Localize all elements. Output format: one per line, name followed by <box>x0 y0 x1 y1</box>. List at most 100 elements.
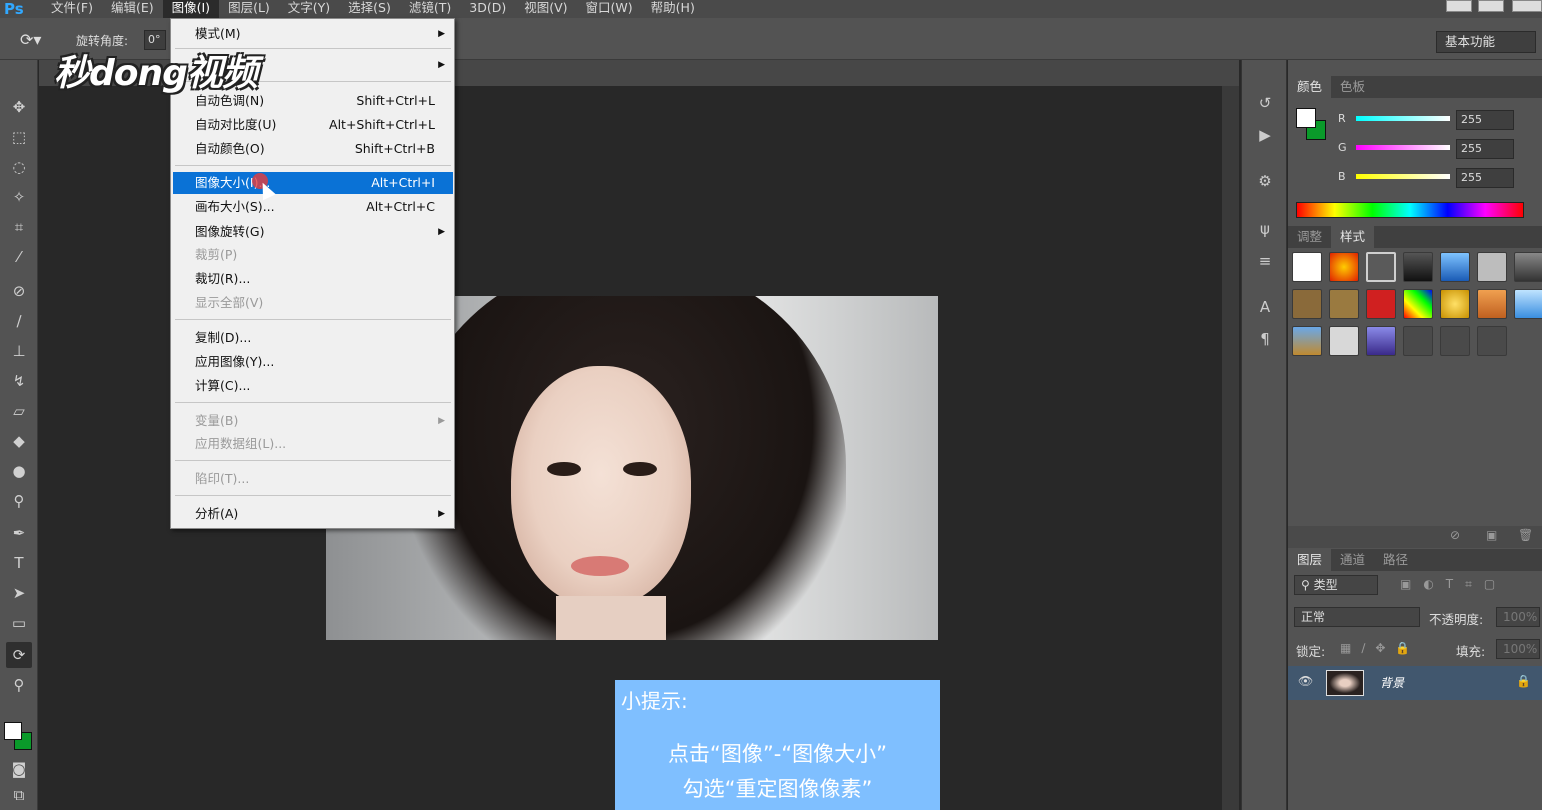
pen-tool-icon[interactable]: ✒ <box>6 520 32 546</box>
menu-edit[interactable]: 编辑(E) <box>102 0 163 18</box>
screen-mode-icon[interactable]: ⧉ <box>6 782 32 808</box>
brush-panel-icon[interactable]: ψ <box>1252 216 1278 242</box>
blue-value-input[interactable]: 255 <box>1456 168 1514 188</box>
style-swatch[interactable] <box>1329 326 1359 356</box>
type-tool-icon[interactable]: T <box>6 550 32 576</box>
tab-swatches[interactable]: 色板 <box>1331 76 1374 98</box>
visibility-eye-icon[interactable]: 👁 <box>1298 674 1313 688</box>
menu-file[interactable]: 文件(F) <box>42 0 102 18</box>
style-swatch[interactable] <box>1292 289 1322 319</box>
menu-item-auto-color[interactable]: 自动颜色(O) Shift+Ctrl+B <box>173 138 453 160</box>
red-value-input[interactable]: 255 <box>1456 110 1514 130</box>
style-swatch-none[interactable] <box>1292 252 1322 282</box>
workspace-switcher[interactable]: 基本功能 <box>1436 31 1536 53</box>
brush-tool-icon[interactable]: ∕ <box>6 308 32 334</box>
menu-type[interactable]: 文字(Y) <box>279 0 339 18</box>
style-swatch[interactable] <box>1329 252 1359 282</box>
tab-adjustments[interactable]: 调整 <box>1288 226 1331 248</box>
menu-item-duplicate[interactable]: 复制(D)... <box>173 327 453 349</box>
menu-item-auto-contrast[interactable]: 自动对比度(U) Alt+Shift+Ctrl+L <box>173 114 453 136</box>
red-slider[interactable] <box>1356 116 1450 121</box>
move-tool-icon[interactable]: ✥ <box>6 94 32 120</box>
foreground-color-swatch[interactable] <box>4 722 22 740</box>
menu-item-trim[interactable]: 裁切(R)... <box>173 268 453 290</box>
style-swatch[interactable] <box>1403 252 1433 282</box>
quick-mask-icon[interactable]: ◙ <box>6 756 32 782</box>
zoom-tool-icon[interactable]: ⚲ <box>6 672 32 698</box>
color-panel-foreground-swatch[interactable] <box>1296 108 1316 128</box>
style-swatch[interactable] <box>1514 289 1542 319</box>
crop-tool-icon[interactable]: ⌗ <box>6 214 32 240</box>
style-swatch[interactable] <box>1366 252 1396 282</box>
menu-item-apply-image[interactable]: 应用图像(Y)... <box>173 351 453 373</box>
dodge-tool-icon[interactable]: ⚲ <box>6 488 32 514</box>
menu-item-image-rotation[interactable]: 图像旋转(G) ▶ <box>173 221 453 243</box>
color-spectrum-ramp[interactable] <box>1296 202 1524 218</box>
menu-item-analysis[interactable]: 分析(A) ▶ <box>173 503 453 525</box>
style-swatch[interactable] <box>1440 252 1470 282</box>
eraser-tool-icon[interactable]: ▱ <box>6 398 32 424</box>
stamp-tool-icon[interactable]: ⊥ <box>6 338 32 364</box>
clear-style-icon[interactable]: ⊘ <box>1450 528 1460 542</box>
menu-3d[interactable]: 3D(D) <box>460 0 515 18</box>
lasso-tool-icon[interactable]: ◌ <box>6 154 32 180</box>
new-style-icon[interactable]: ▣ <box>1486 528 1497 542</box>
style-swatch[interactable] <box>1477 252 1507 282</box>
eyedropper-tool-icon[interactable]: ⁄ <box>6 244 32 270</box>
tab-layers[interactable]: 图层 <box>1288 549 1332 571</box>
style-swatch[interactable] <box>1366 289 1396 319</box>
close-button[interactable] <box>1512 0 1542 12</box>
style-swatch[interactable] <box>1403 289 1433 319</box>
actions-panel-icon[interactable]: ▶ <box>1252 122 1278 148</box>
style-swatch[interactable] <box>1514 252 1542 282</box>
canvas-scrollbar[interactable] <box>1222 86 1239 810</box>
tab-styles[interactable]: 样式 <box>1331 226 1375 248</box>
properties-panel-icon[interactable]: ⚙ <box>1252 168 1278 194</box>
green-slider[interactable] <box>1356 145 1450 150</box>
rotate-view-tool-icon[interactable]: ⟳▾ <box>20 30 48 52</box>
menu-item-calculations[interactable]: 计算(C)... <box>173 375 453 397</box>
tab-channels[interactable]: 通道 <box>1331 549 1374 571</box>
menu-help[interactable]: 帮助(H) <box>642 0 704 18</box>
history-panel-icon[interactable]: ↺ <box>1252 90 1278 116</box>
style-swatch[interactable] <box>1366 326 1396 356</box>
blend-mode-select[interactable]: 正常 <box>1294 607 1420 627</box>
menu-image[interactable]: 图像(I) <box>162 0 220 18</box>
style-swatch[interactable] <box>1477 289 1507 319</box>
menu-select[interactable]: 选择(S) <box>339 0 400 18</box>
menu-view[interactable]: 视图(V) <box>515 0 576 18</box>
tab-color[interactable]: 颜色 <box>1288 76 1332 98</box>
style-swatch[interactable] <box>1440 289 1470 319</box>
style-swatch[interactable] <box>1329 289 1359 319</box>
delete-style-icon[interactable]: 🗑 <box>1518 528 1533 542</box>
character-panel-icon[interactable]: A <box>1252 294 1278 320</box>
magic-wand-tool-icon[interactable]: ✧ <box>6 184 32 210</box>
brush-presets-panel-icon[interactable]: ≡ <box>1252 248 1278 274</box>
rotate-view-tool-icon[interactable]: ⟳ <box>6 642 32 668</box>
opacity-input[interactable]: 100% <box>1496 607 1540 627</box>
style-swatch[interactable] <box>1477 326 1507 356</box>
layer-filter-select[interactable]: ⚲ 类型 <box>1294 575 1378 595</box>
style-swatch[interactable] <box>1292 326 1322 356</box>
marquee-tool-icon[interactable]: ⬚ <box>6 124 32 150</box>
restore-button[interactable] <box>1478 0 1504 12</box>
menu-item-mode[interactable]: 模式(M) ▶ <box>173 23 453 45</box>
style-swatch[interactable] <box>1440 326 1470 356</box>
style-swatch[interactable] <box>1403 326 1433 356</box>
menu-filter[interactable]: 滤镜(T) <box>400 0 460 18</box>
menu-item-image-size[interactable]: 图像大小(I)... Alt+Ctrl+I <box>173 172 453 194</box>
tab-paths[interactable]: 路径 <box>1374 549 1417 571</box>
menu-item-canvas-size[interactable]: 画布大小(S)... Alt+Ctrl+C <box>173 196 453 218</box>
blur-tool-icon[interactable]: ● <box>6 458 32 484</box>
paragraph-panel-icon[interactable]: ¶ <box>1252 326 1278 352</box>
minimize-button[interactable] <box>1446 0 1472 12</box>
lock-icons[interactable]: ▦∕✥🔒 <box>1340 641 1420 655</box>
paint-bucket-tool-icon[interactable]: ◆ <box>6 428 32 454</box>
menu-layer[interactable]: 图层(L) <box>219 0 279 18</box>
green-value-input[interactable]: 255 <box>1456 139 1514 159</box>
menu-window[interactable]: 窗口(W) <box>577 0 642 18</box>
history-brush-tool-icon[interactable]: ↯ <box>6 368 32 394</box>
layer-filter-icons[interactable]: ▣◐T⌗▢ <box>1400 577 1507 592</box>
blue-slider[interactable] <box>1356 174 1450 179</box>
layer-row-background[interactable]: 👁 背景 🔒 <box>1288 666 1542 700</box>
